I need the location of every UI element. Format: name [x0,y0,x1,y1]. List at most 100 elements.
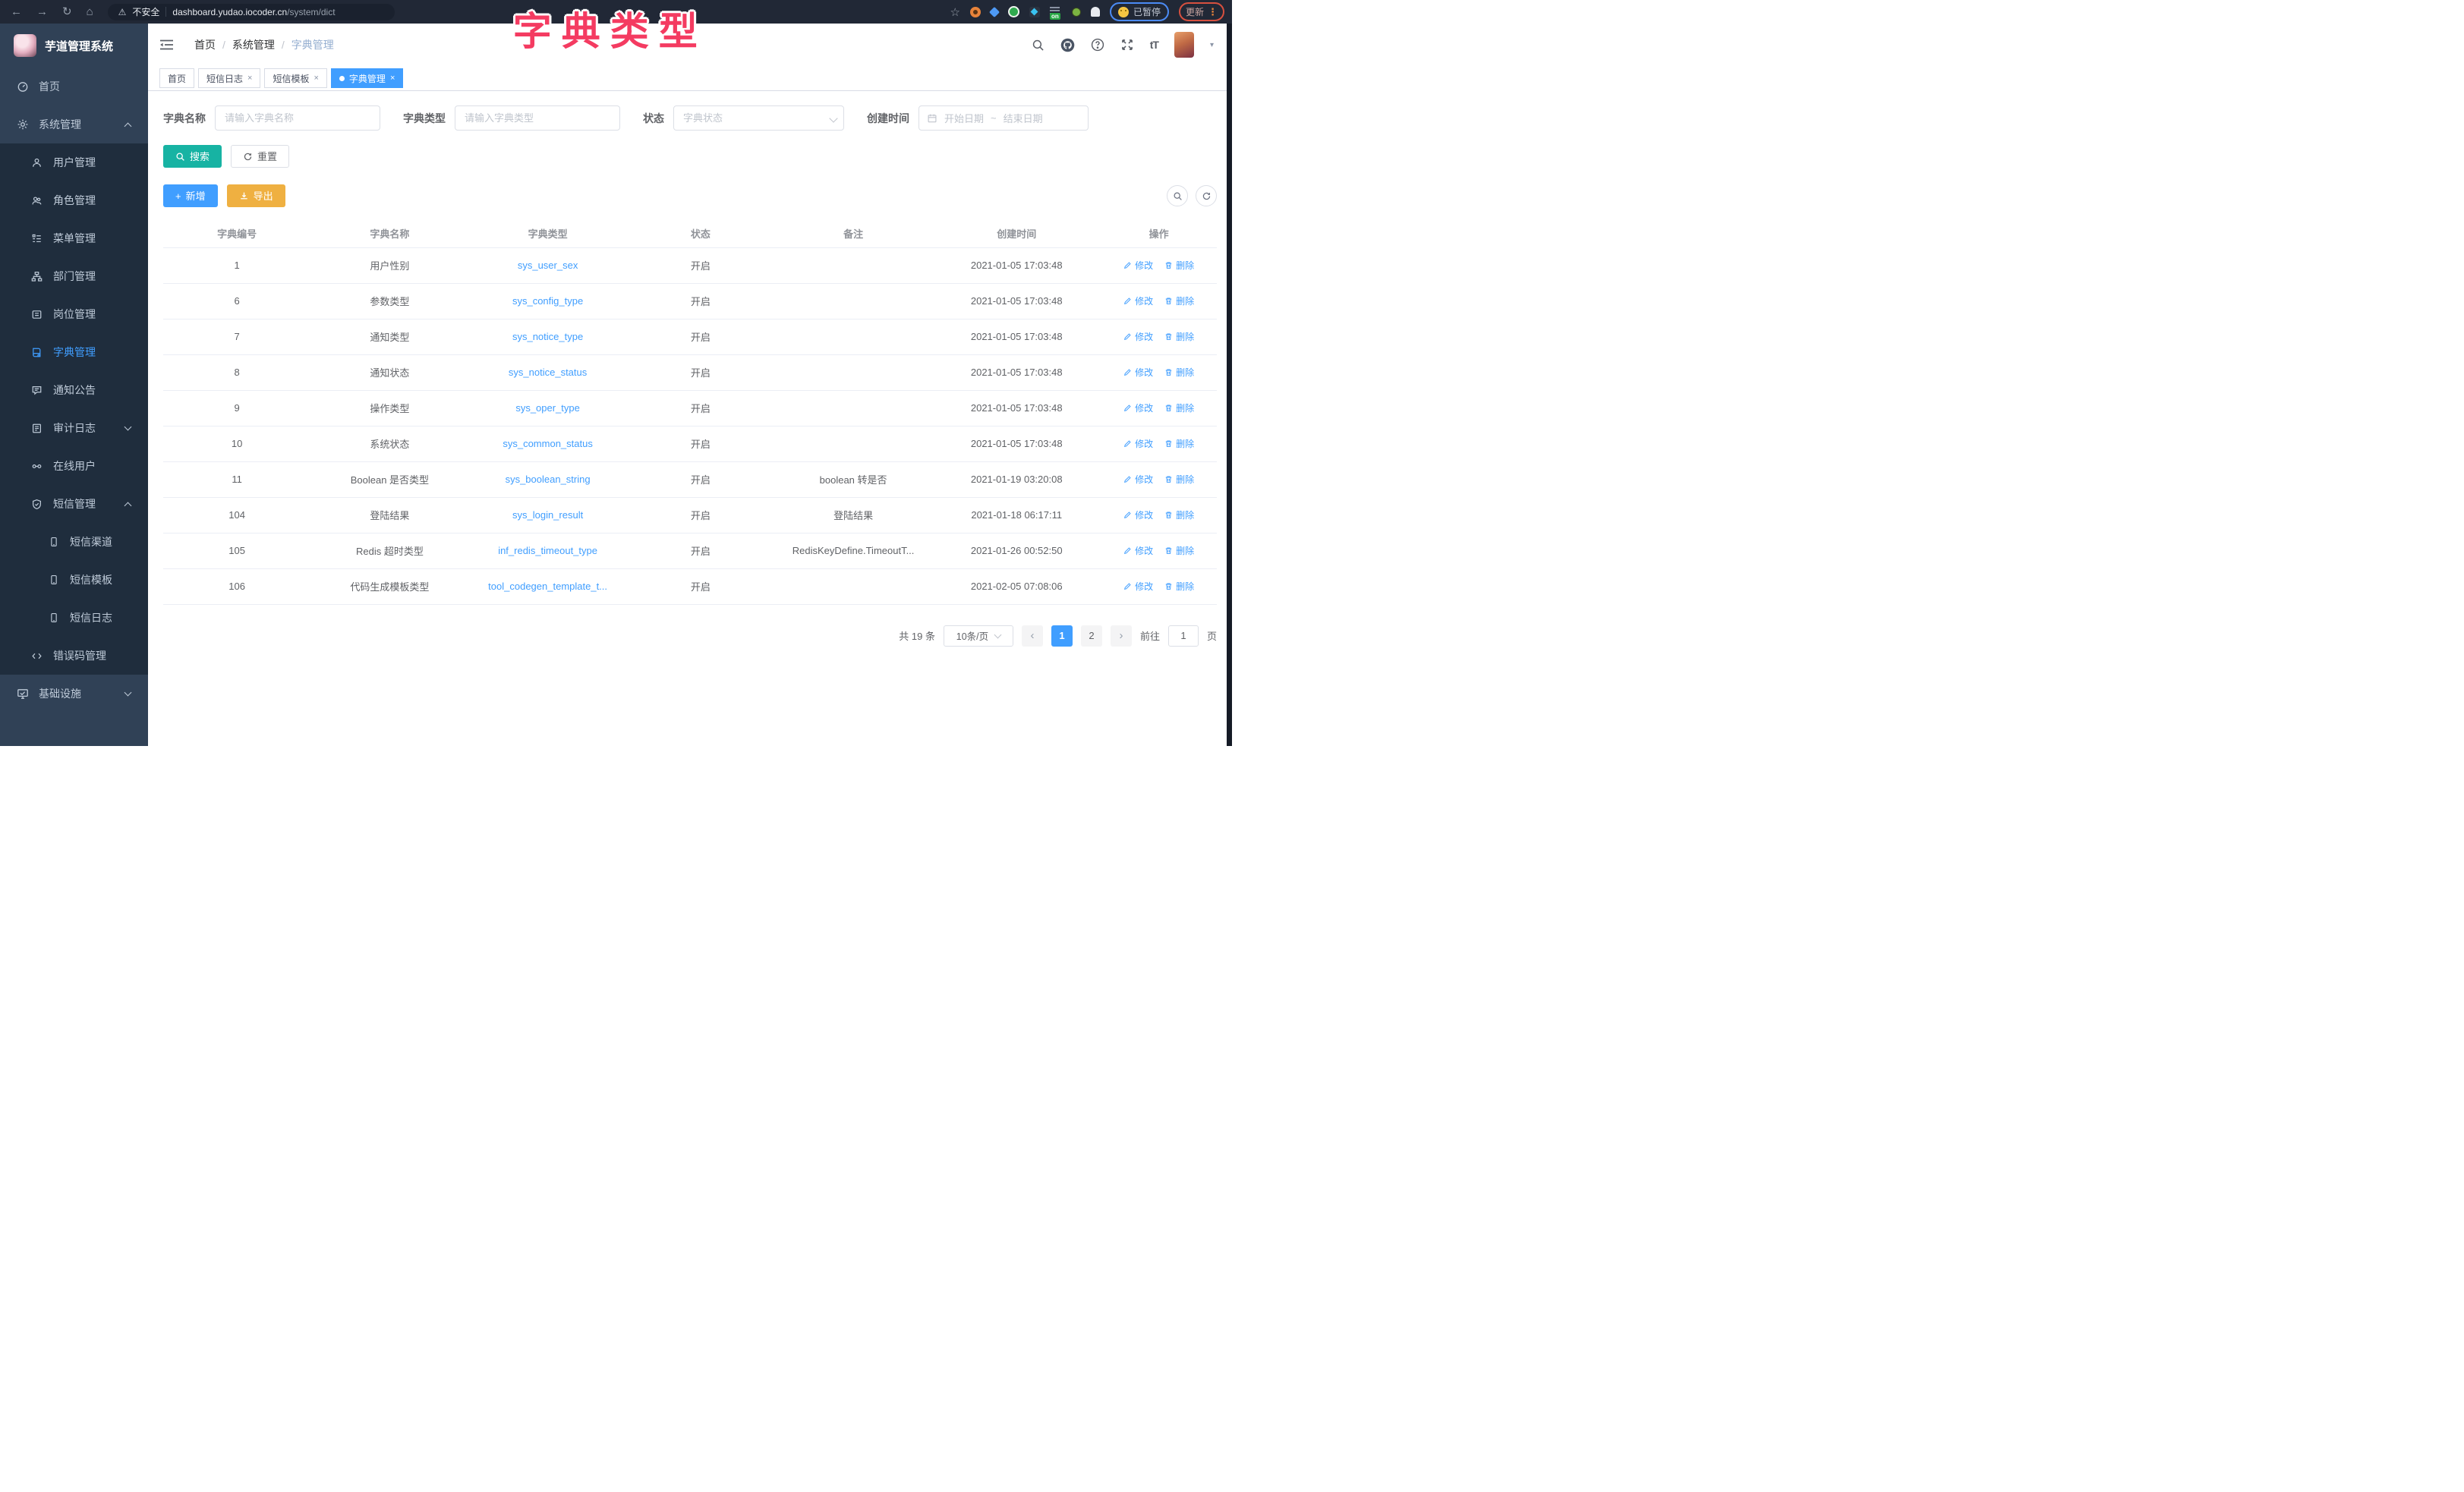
breadcrumb-system[interactable]: 系统管理 [232,37,275,52]
extension-icon-green[interactable] [1008,6,1019,17]
breadcrumb-home[interactable]: 首页 [194,37,216,52]
edit-link[interactable]: 修改 [1123,366,1153,379]
delete-link[interactable]: 删除 [1164,366,1194,379]
bookmark-star-icon[interactable]: ☆ [950,5,960,19]
home-icon[interactable]: ⌂ [87,6,93,17]
status-select[interactable] [673,105,844,131]
browser-menu-icon[interactable]: ⋮ [1208,6,1218,18]
update-chip[interactable]: 更新 ⋮ [1179,2,1224,21]
extension-icon-puzzle[interactable] [1091,7,1100,17]
on-badge: on [1050,13,1060,20]
dict-type-link[interactable]: inf_redis_timeout_type [498,545,597,556]
delete-link[interactable]: 删除 [1164,580,1194,593]
delete-link[interactable]: 删除 [1164,259,1194,272]
status-select-input[interactable] [673,105,844,131]
active-dot-icon [339,76,345,81]
tab-sms-template[interactable]: 短信模板 × [264,68,326,88]
back-icon[interactable]: ← [11,6,22,17]
sidebar-item-infrastructure[interactable]: 基础设施 [0,675,148,713]
close-icon[interactable]: × [314,74,318,83]
extension-icon-list[interactable]: on [1050,6,1062,17]
search-button[interactable]: 搜索 [163,145,222,168]
delete-link[interactable]: 删除 [1164,437,1194,450]
goto-page-input[interactable] [1168,625,1199,647]
extension-icon-blue[interactable] [989,6,1000,17]
delete-link[interactable]: 删除 [1164,330,1194,343]
forward-icon[interactable]: → [36,6,48,17]
reload-icon[interactable]: ↻ [62,6,72,17]
sidebar-item-audit-log[interactable]: 审计日志 [0,409,148,447]
dict-type-link[interactable]: sys_oper_type [515,402,580,414]
dict-type-link[interactable]: sys_user_sex [518,260,578,271]
sidebar-item-sms-template[interactable]: 短信模板 [0,561,148,599]
export-button[interactable]: 导出 [227,184,285,207]
sidebar-item-home[interactable]: 首页 [0,68,148,105]
reset-button[interactable]: 重置 [231,145,289,168]
sidebar-toggle-icon[interactable] [159,39,174,51]
extension-icon-orange[interactable] [970,7,981,17]
sidebar-item-system[interactable]: 系统管理 [0,105,148,143]
date-range-picker[interactable]: 开始日期 ~ 结束日期 [918,105,1089,131]
fullscreen-icon[interactable] [1120,38,1134,52]
delete-link[interactable]: 删除 [1164,401,1194,414]
github-icon[interactable] [1060,38,1075,52]
dict-type-link[interactable]: sys_boolean_string [506,474,591,485]
sidebar-item-online-users[interactable]: 在线用户 [0,447,148,485]
edit-link[interactable]: 修改 [1123,401,1153,414]
edit-link[interactable]: 修改 [1123,544,1153,557]
sidebar-item-roles[interactable]: 角色管理 [0,181,148,219]
delete-link[interactable]: 删除 [1164,473,1194,486]
sidebar-item-sms-log[interactable]: 短信日志 [0,599,148,637]
edit-link[interactable]: 修改 [1123,473,1153,486]
sidebar-item-departments[interactable]: 部门管理 [0,257,148,295]
extension-icon-leaf[interactable] [1072,8,1081,17]
edit-link[interactable]: 修改 [1123,508,1153,521]
refresh-icon[interactable] [1196,185,1217,206]
close-icon[interactable]: × [390,74,395,83]
page-2-button[interactable]: 2 [1081,625,1102,647]
sidebar-item-sms-channel[interactable]: 短信渠道 [0,523,148,561]
dict-type-input[interactable] [455,105,620,131]
edit-link[interactable]: 修改 [1123,259,1153,272]
address-bar[interactable]: ⚠ 不安全 dashboard.yudao.iocoder.cn/system/… [108,4,395,20]
page-1-button[interactable]: 1 [1051,625,1073,647]
search-icon[interactable] [1032,39,1045,52]
delete-link[interactable]: 删除 [1164,508,1194,521]
dict-type-link[interactable]: sys_notice_status [509,367,587,378]
chevron-down-icon[interactable]: ▾ [1210,41,1214,49]
delete-link[interactable]: 删除 [1164,294,1194,307]
toggle-search-icon[interactable] [1167,185,1188,206]
dict-type-link[interactable]: sys_config_type [512,295,583,307]
dict-type-link[interactable]: sys_login_result [512,509,583,521]
page-size-select[interactable]: 10条/页 [944,625,1013,647]
tab-sms-log[interactable]: 短信日志 × [198,68,260,88]
sidebar-item-sms[interactable]: 短信管理 [0,485,148,523]
edit-link[interactable]: 修改 [1123,437,1153,450]
add-button[interactable]: + 新增 [163,184,218,207]
tab-home[interactable]: 首页 [159,68,194,88]
sidebar-item-menus[interactable]: 菜单管理 [0,219,148,257]
sidebar-item-posts[interactable]: 岗位管理 [0,295,148,333]
dict-type-link[interactable]: sys_common_status [503,438,593,449]
paused-extension-chip[interactable]: 已暂停 [1110,2,1169,21]
sidebar-item-notices[interactable]: 通知公告 [0,371,148,409]
edit-link[interactable]: 修改 [1123,330,1153,343]
user-avatar[interactable] [1174,32,1194,58]
edit-link[interactable]: 修改 [1123,294,1153,307]
dict-type-link[interactable]: sys_notice_type [512,331,583,342]
sidebar-item-error-codes[interactable]: 错误码管理 [0,637,148,675]
col-actions: 操作 [1101,219,1217,247]
edit-link[interactable]: 修改 [1123,580,1153,593]
prev-page-button[interactable]: ‹ [1022,625,1043,647]
tab-dict[interactable]: 字典管理 × [331,68,403,88]
dict-type-link[interactable]: tool_codegen_template_t... [488,581,607,592]
sidebar-item-dict[interactable]: 字典管理 [0,333,148,371]
dict-name-input[interactable] [215,105,380,131]
next-page-button[interactable]: › [1111,625,1132,647]
sidebar-item-users[interactable]: 用户管理 [0,143,148,181]
close-icon[interactable]: × [247,74,252,83]
help-icon[interactable] [1091,38,1104,52]
font-size-icon[interactable]: tT [1150,39,1158,51]
extension-icon-diamond[interactable] [1029,7,1040,17]
delete-link[interactable]: 删除 [1164,544,1194,557]
